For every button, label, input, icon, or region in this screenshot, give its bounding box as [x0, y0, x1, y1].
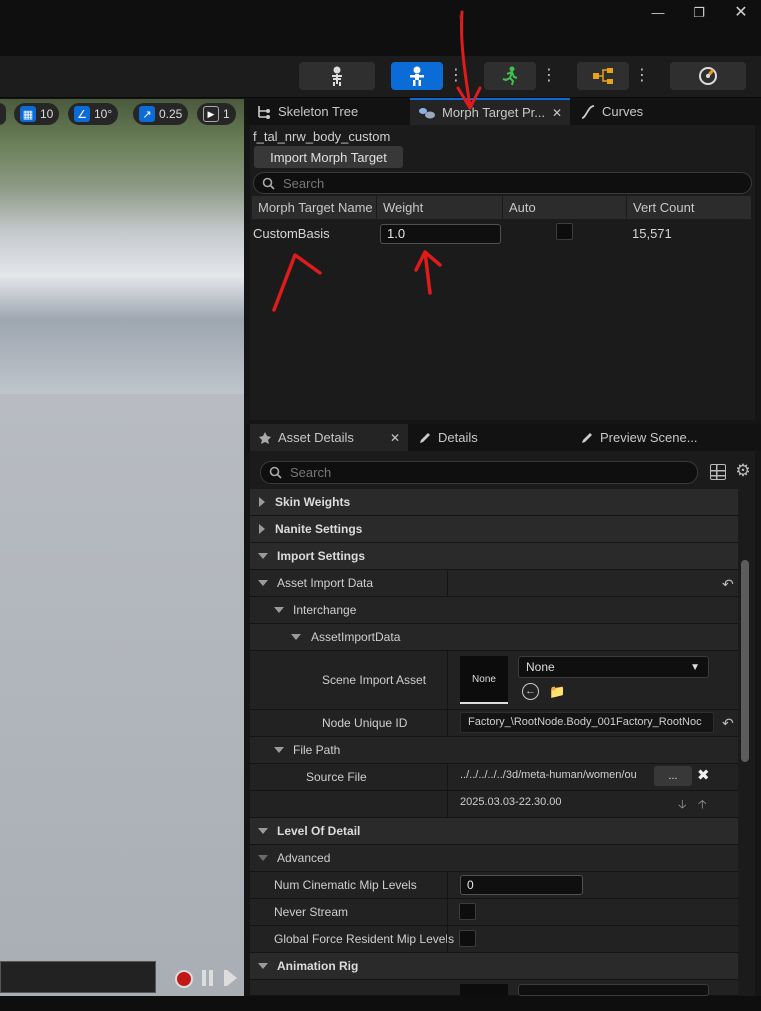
scene-asset-dropdown[interactable]: None ▼ — [518, 656, 709, 678]
scale-icon: ↗ — [139, 106, 155, 122]
timeline-bar[interactable] — [0, 961, 156, 993]
category-level-of-detail[interactable]: Level Of Detail — [250, 818, 738, 845]
curves-icon — [581, 104, 595, 119]
grid-icon: ▦ — [20, 106, 36, 122]
column-header-vert-count[interactable]: Vert Count — [627, 196, 752, 219]
row-file-path[interactable]: File Path — [250, 737, 738, 764]
details-scrollbar[interactable] — [741, 560, 749, 762]
pencil-icon-2 — [582, 432, 592, 443]
global-force-checkbox[interactable] — [459, 930, 476, 947]
collapse-arrow-icon — [274, 607, 284, 613]
browse-file-button[interactable]: ... — [654, 766, 692, 786]
minimize-icon[interactable]: — — [645, 4, 671, 22]
never-stream-checkbox[interactable] — [459, 903, 476, 920]
row-asset-import-data[interactable]: Asset Import Data — [250, 570, 738, 597]
tab-details[interactable]: Details — [410, 424, 570, 451]
tab-details-label: Details — [438, 430, 478, 445]
collapse-arrow-icon — [258, 580, 268, 586]
tab-asset-details-close-icon[interactable]: ✕ — [390, 431, 400, 445]
asset-details-icon — [259, 431, 271, 444]
camera-speed-toggle[interactable]: ▶ 1 — [197, 103, 236, 125]
category-skin-weights[interactable]: Skin Weights — [250, 489, 738, 516]
settings-gear-icon[interactable]: ⚙ — [734, 462, 752, 480]
tab-curves[interactable]: Curves — [572, 98, 692, 125]
category-import-settings[interactable]: Import Settings — [250, 543, 738, 570]
annotation-arrow-tab — [456, 10, 482, 110]
physics-icon — [699, 67, 717, 85]
row-never-stream: Never Stream — [250, 899, 738, 926]
collapse-arrow-icon — [258, 855, 268, 861]
row-global-force: Global Force Resident Mip Levels — [250, 926, 738, 953]
collapse-arrow-icon — [291, 634, 301, 640]
tab-preview-scene-label: Preview Scene... — [600, 430, 698, 445]
physics-mode-button[interactable] — [670, 62, 746, 90]
row-advanced[interactable]: Advanced — [250, 845, 738, 872]
tab-preview-scene[interactable]: Preview Scene... — [572, 424, 752, 451]
tab-asset-details[interactable]: Asset Details ✕ — [250, 424, 408, 451]
annotation-marks — [272, 15, 460, 312]
row-interchange[interactable]: Interchange — [250, 597, 738, 624]
record-icon[interactable] — [175, 970, 193, 988]
chevron-down-icon: ▼ — [690, 661, 700, 673]
camera-value: 1 — [223, 107, 230, 121]
table-view-icon[interactable] — [710, 464, 726, 480]
viewport-scene — [0, 99, 244, 394]
expand-arrow-icon — [259, 497, 265, 507]
pause-icon[interactable] — [202, 970, 214, 986]
partial-dropdown — [518, 984, 709, 996]
partial-thumbnail — [460, 984, 508, 996]
num-cinematic-mip-field[interactable]: 0 — [460, 875, 583, 895]
tab-close-icon[interactable]: ✕ — [552, 106, 562, 120]
collapse-arrow-icon — [274, 747, 284, 753]
collapse-arrow-icon — [258, 828, 268, 834]
angle-value: 10° — [94, 107, 113, 121]
animation-mode-button[interactable] — [484, 62, 536, 90]
arrow-up-icon[interactable]: 🡡 — [698, 795, 707, 816]
grid-snap-toggle[interactable]: ▦ 10 — [14, 103, 60, 125]
blueprint-icon — [593, 68, 613, 84]
morph-auto-checkbox[interactable] — [556, 223, 573, 240]
running-figure-icon — [502, 66, 518, 86]
animation-options-icon[interactable]: ⋮ — [539, 62, 559, 90]
close-icon[interactable]: ✕ — [728, 4, 754, 22]
rotation-snap-toggle[interactable]: ∠ 10° — [68, 103, 119, 125]
search-icon — [269, 466, 282, 479]
tab-asset-details-label: Asset Details — [278, 430, 354, 445]
node-unique-id-field[interactable]: Factory_\RootNode.Body_001Factory_RootNo… — [460, 712, 714, 733]
use-selected-icon[interactable]: ← — [522, 683, 539, 700]
details-search-placeholder: Search — [290, 465, 332, 480]
arrow-down-icon[interactable]: 🡣 — [678, 795, 687, 816]
grid-value: 10 — [40, 107, 54, 121]
angle-icon: ∠ — [74, 106, 90, 122]
blueprint-options-icon[interactable]: ⋮ — [632, 62, 652, 90]
browse-folder-icon[interactable]: 📁 — [549, 684, 566, 699]
row-asset-import-data-sub[interactable]: AssetImportData — [250, 624, 738, 651]
step-forward-icon[interactable] — [224, 970, 242, 986]
camera-icon: ▶ — [203, 106, 219, 122]
category-nanite-settings[interactable]: Nanite Settings — [250, 516, 738, 543]
reset-to-default-icon[interactable]: ↶ — [722, 576, 734, 593]
collapse-arrow-icon — [258, 963, 268, 969]
source-file-path: ../../../../../3d/meta-human/women/ou — [460, 769, 637, 781]
timestamp-value: 2025.03.03-22.30.00 — [460, 796, 562, 808]
status-bar — [0, 996, 761, 1011]
pencil-icon — [420, 432, 430, 443]
expand-arrow-icon — [259, 524, 265, 534]
scene-asset-thumbnail[interactable]: None — [460, 656, 508, 704]
viewport[interactable]: ▦ 10 ∠ 10° ↗ 0.25 ▶ 1 — [0, 99, 244, 996]
column-header-auto[interactable]: Auto — [503, 196, 627, 219]
maximize-icon[interactable]: ❐ — [686, 4, 712, 22]
morph-vert-count: 15,571 — [632, 226, 672, 241]
collapse-arrow-icon — [258, 553, 268, 559]
viewport-floor — [0, 394, 244, 996]
details-search-input[interactable]: Search — [260, 461, 698, 484]
category-animation-rig[interactable]: Animation Rig — [250, 953, 738, 980]
clear-file-icon[interactable]: ✖ — [697, 766, 710, 784]
tab-curves-label: Curves — [602, 104, 644, 119]
blueprint-mode-button[interactable] — [577, 62, 629, 90]
scale-value: 0.25 — [159, 107, 183, 121]
reset-to-default-icon-2[interactable]: ↶ — [722, 715, 734, 732]
scale-snap-toggle[interactable]: ↗ 0.25 — [133, 103, 189, 125]
